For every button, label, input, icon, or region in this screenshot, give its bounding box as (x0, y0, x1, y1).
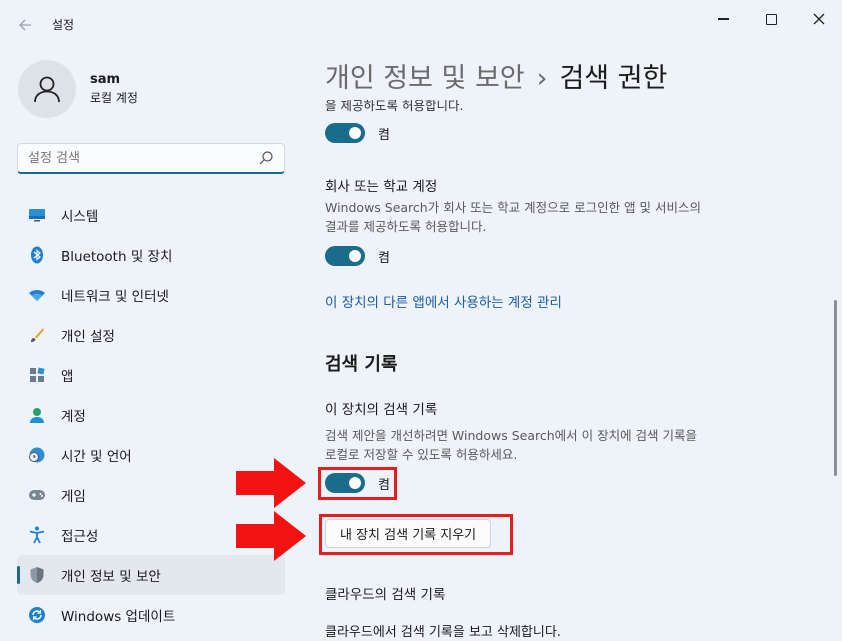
search-history-section-title: 검색 기록 (325, 354, 398, 375)
settings-content: 을 제공하도록 허용합니다. 켬 회사 또는 학교 계정 Windows Sea… (300, 100, 830, 641)
work-account-title: 회사 또는 학교 계정 (325, 179, 438, 195)
sidebar-item-network[interactable]: 네트워크 및 인터넷 (17, 275, 285, 315)
close-button[interactable] (796, 4, 842, 34)
page-title: 개인 정보 및 보안 › 검색 권한 (325, 56, 667, 95)
accessibility-icon (28, 526, 46, 544)
maximize-button[interactable] (748, 4, 794, 34)
user-profile[interactable]: sam 로컬 계정 (18, 58, 138, 120)
account-type: 로컬 계정 (90, 91, 138, 105)
breadcrumb-separator: › (536, 63, 548, 94)
sidebar-item-system[interactable]: 시스템 (17, 195, 285, 235)
sidebar-item-label: 앱 (61, 369, 74, 385)
gamepad-icon (28, 486, 46, 504)
sidebar-item-label: 네트워크 및 인터넷 (61, 289, 169, 305)
clipped-description: 을 제공하도록 허용합니다. (325, 100, 464, 113)
back-button[interactable] (12, 12, 38, 38)
sidebar-item-bluetooth[interactable]: Bluetooth 및 장치 (17, 235, 285, 275)
cloud-search-history-description: 클라우드에서 검색 기록을 보고 삭제합니다. (325, 625, 561, 640)
system-icon (28, 206, 46, 224)
work-account-description-2: 결과를 제공하도록 허용합니다. (325, 219, 487, 234)
search-input[interactable] (18, 144, 238, 172)
breadcrumb-parent[interactable]: 개인 정보 및 보안 (325, 63, 525, 94)
sidebar-item-personalization[interactable]: 개인 설정 (17, 315, 285, 355)
account-icon (28, 406, 46, 424)
manage-accounts-link[interactable]: 이 장치의 다른 앱에서 사용하는 계정 관리 (325, 291, 562, 311)
toggle-highlight-box (318, 467, 397, 500)
shield-icon (28, 566, 46, 584)
app-title: 설정 (52, 18, 75, 32)
sidebar-item-label: 계정 (61, 409, 86, 425)
maximize-icon (765, 13, 777, 25)
work-account-toggle-row: 켬 (325, 246, 390, 266)
red-arrow-icon (236, 511, 306, 561)
minimize-button[interactable] (700, 4, 746, 34)
sidebar-item-label: 개인 설정 (61, 329, 115, 345)
device-search-history-description-1: 검색 제안을 개선하려면 Windows Search에서 이 장치에 검색 기… (325, 428, 698, 443)
user-name: sam (90, 72, 121, 87)
avatar (18, 60, 76, 118)
toggle-state-label: 켬 (378, 127, 390, 143)
settings-search-box[interactable] (17, 143, 285, 174)
sidebar-item-label: 시간 및 언어 (61, 449, 132, 465)
sidebar-item-accounts[interactable]: 계정 (17, 395, 285, 435)
sidebar-item-label: 게임 (61, 489, 86, 505)
sidebar-item-label: Bluetooth 및 장치 (61, 249, 173, 265)
sidebar-item-label: 개인 정보 및 보안 (61, 569, 161, 585)
toggle-knob (349, 127, 361, 139)
breadcrumb-current: 검색 권한 (559, 63, 668, 94)
bluetooth-icon (28, 246, 46, 264)
wifi-icon (28, 286, 46, 304)
red-arrow-icon (236, 458, 306, 508)
toggle-knob (349, 250, 361, 262)
button-highlight-box (319, 514, 513, 555)
user-icon (34, 76, 60, 103)
work-account-toggle[interactable] (325, 246, 365, 266)
sidebar-item-label: 시스템 (61, 209, 99, 225)
device-search-history-title: 이 장치의 검색 기록 (325, 402, 438, 418)
toggle-state-label: 켬 (378, 250, 390, 266)
globe-clock-icon (28, 446, 46, 464)
sidebar-item-windows-update[interactable]: Windows 업데이트 (17, 595, 285, 635)
apps-icon (28, 366, 46, 384)
arrow-left-icon (19, 19, 31, 31)
sidebar-nav: 시스템 Bluetooth 및 장치 네트워크 및 인터넷 개인 설정 앱 계정… (17, 195, 285, 635)
sidebar-item-label: 접근성 (61, 529, 99, 545)
cloud-content-toggle-row: 켬 (325, 123, 390, 143)
cloud-search-history-title: 클라우드의 검색 기록 (325, 587, 446, 603)
work-account-description-1: Windows Search가 회사 또는 학교 계정으로 로그인한 앱 및 서… (325, 200, 702, 215)
device-search-history-description-2: 로컬로 저장할 수 있도록 허용하세요. (325, 447, 518, 462)
brush-icon (28, 326, 46, 344)
minimize-icon (717, 18, 729, 20)
cloud-content-toggle[interactable] (325, 123, 365, 143)
sidebar-item-label: Windows 업데이트 (61, 609, 176, 625)
search-icon[interactable] (258, 150, 274, 166)
update-icon (28, 606, 46, 624)
title-bar: 설정 (0, 0, 842, 48)
sidebar-item-apps[interactable]: 앱 (17, 355, 285, 395)
close-icon (813, 13, 825, 25)
content-scrollbar[interactable] (834, 300, 837, 476)
